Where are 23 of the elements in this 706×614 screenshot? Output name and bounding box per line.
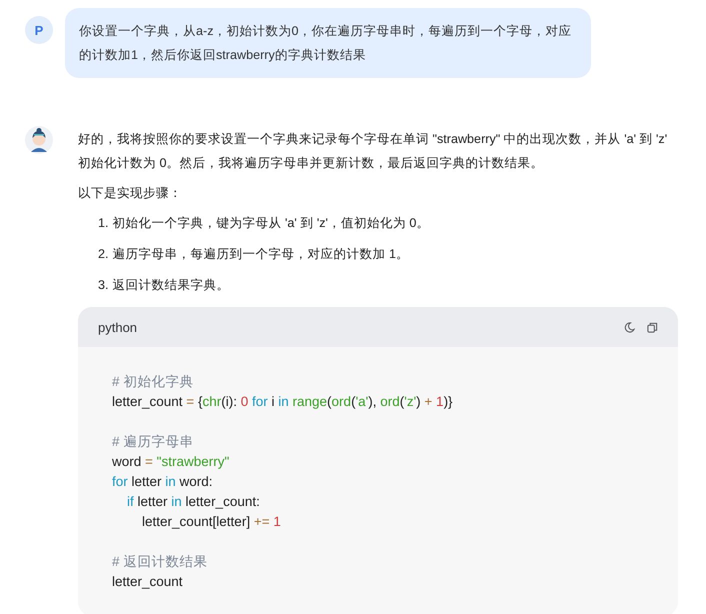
code-line: # 遍历字母串 xyxy=(112,433,194,451)
reply-paragraph: 好的，我将按照你的要求设置一个字典来记录每个字母在单词 "strawberry" 中的出现次数，并从 'a' 到 'z' 初始化计数为 0。然后，我将遍历字母串并更新计数，最后返回字典的计数结果。 xyxy=(78,131,668,172)
code-line: word = "strawberry" xyxy=(112,453,230,471)
step-number: 1. xyxy=(98,215,109,232)
code-line: if letter in letter_count: xyxy=(126,493,261,511)
step-text: 遍历字母串，每遍历到一个字母，对应的计数加 1。 xyxy=(112,246,410,263)
reply-paragraph: 以下是实现步骤： xyxy=(78,185,183,202)
step-text: 返回计数结果字典。 xyxy=(112,277,230,294)
code-line: # 返回计数结果 xyxy=(112,553,208,571)
code-line: letter_count xyxy=(112,573,184,591)
user-avatar: P xyxy=(25,16,53,44)
code-line: letter_count = {chr(i): 0 for i in range(ord('a'), ord('z') + 1)} xyxy=(112,393,454,411)
copy-icon[interactable] xyxy=(647,322,658,332)
step-number: 2. xyxy=(98,246,109,263)
step-number: 3. xyxy=(98,277,109,294)
user-message: 你设置一个字典，从a-z，初始计数为0，你在遍历字母串时，每遍历到一个字母，对应的计数加1，然后你返回strawberry的字典计数结果 xyxy=(65,8,591,78)
moon-icon[interactable] xyxy=(624,322,635,332)
code-line: for letter in word: xyxy=(112,473,214,491)
step-text: 初始化一个字典，键为字母从 'a' 到 'z'，值初始化为 0。 xyxy=(112,215,430,232)
code-language: python xyxy=(98,320,138,334)
code-line: # 初始化字典 xyxy=(112,373,194,391)
code-line: letter_count[letter] += 1 xyxy=(141,513,282,531)
robot-avatar-icon xyxy=(25,126,53,154)
